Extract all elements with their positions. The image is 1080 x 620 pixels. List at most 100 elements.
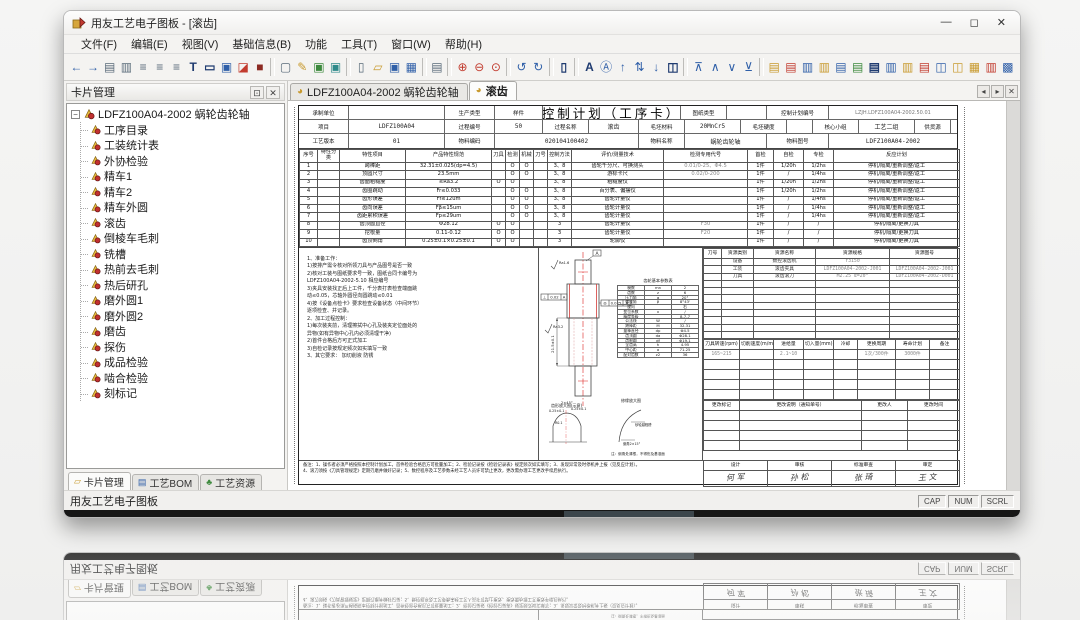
cut-row-icon[interactable]: ▤ [916,58,933,76]
clipboard-icon[interactable]: ▦ [966,58,983,76]
menu-item[interactable]: 视图(V) [175,36,226,52]
paste-row-icon[interactable]: ◫ [949,58,966,76]
image-frame-icon[interactable]: ▣ [218,58,235,76]
pencil-icon[interactable]: ✎ [294,58,311,76]
copy-row-icon[interactable]: ◫ [933,58,950,76]
zoom-fit-icon[interactable]: ⊙ [488,58,505,76]
tree-item[interactable]: 外协检验 [81,153,284,169]
align-bottom-icon[interactable]: ≡ [168,58,185,76]
select-region-icon[interactable]: ▥ [118,58,135,76]
last-row-icon[interactable]: ⊻ [740,58,757,76]
redo-icon[interactable]: ↻ [530,58,547,76]
print-icon[interactable]: ▤ [429,58,446,76]
tab-card-management[interactable]: ▱ 卡片管理 [68,472,131,490]
tab-scroll-left-icon[interactable]: ◂ [977,85,990,98]
menu-item[interactable]: 帮助(H) [438,36,489,52]
font-icon[interactable]: A [581,58,598,76]
new-card-icon[interactable]: ▥ [899,58,916,76]
preview-icon[interactable]: ▯ [556,58,573,76]
tab-part-card[interactable]: ◕ LDFZ100A04-2002 蜗轮齿轮轴 [290,83,468,100]
find-card-icon[interactable]: ▤ [766,58,783,76]
circle-text-icon[interactable]: Ⓐ [598,58,615,76]
tree-item[interactable]: 滚齿 [81,215,284,231]
menu-item[interactable]: 基础信息(B) [225,36,298,52]
tree-item[interactable]: 工装统计表 [81,138,284,154]
marquee-icon[interactable]: ▢ [277,58,294,76]
align-top-icon[interactable]: ≡ [135,58,152,76]
prev-row-icon[interactable]: ∧ [707,58,724,76]
next-row-icon[interactable]: ∨ [724,58,741,76]
open-file-icon[interactable]: ▱ [370,58,387,76]
delete-card-icon[interactable]: ▤ [783,58,800,76]
tree-collapse-icon[interactable]: − [71,110,80,119]
tab-close-icon[interactable]: ✕ [1005,85,1018,98]
move-up-icon[interactable]: ↑ [615,58,632,76]
delete-row-icon[interactable]: ▥ [983,58,1000,76]
tree-swap-icon[interactable]: ⇅ [631,58,648,76]
restore-button[interactable]: ◻ [970,16,979,29]
save-file-icon[interactable]: ▣ [386,58,403,76]
card-footnote: 备注：1、操作者必须严格按照本控制计划加工，首件检验合格后方可批量加工；2、检验… [299,583,703,610]
tree-item[interactable]: 铣槽 [81,246,284,262]
append-row-icon[interactable]: ▤ [866,58,883,76]
tree-root[interactable]: − LDFZ100A04-2002 蜗轮齿轮轴 [71,106,284,122]
tree-item[interactable]: 磨外圆1 [81,293,284,309]
tree-item[interactable]: 磨外圆2 [81,308,284,324]
forward-icon[interactable]: → [85,58,102,76]
card-right-column: 刀号资源类别 资源名称资源规格 资源图号 设备 [703,248,959,487]
separator [574,58,579,76]
back-icon[interactable]: ← [68,58,85,76]
undo-icon[interactable]: ↺ [513,58,530,76]
panel-close-icon[interactable]: ✕ [266,86,280,99]
tree-item[interactable]: 探伤 [81,339,284,355]
tree-item[interactable]: 倒棱车毛刺 [81,231,284,247]
tree-item[interactable]: 啮合检验 [81,370,284,386]
tab-process-resource[interactable]: ♣ 工艺资源 [200,474,262,490]
card-node-icon [90,388,101,399]
move-down-icon[interactable]: ↓ [648,58,665,76]
tree-item[interactable]: 精车2 [81,184,284,200]
tree-item[interactable]: 热前去毛刺 [81,262,284,278]
drawing-canvas[interactable]: 承制单位 生产类型 样件 控制计划（工序卡） 图纸类型 控制计划编号 LZJH.… [288,101,1020,490]
menu-item[interactable]: 功能 [298,36,334,52]
tab-process-bom[interactable]: ▤ 工艺BOM [132,474,199,490]
insert-row-before-icon[interactable]: ▤ [833,58,850,76]
tree-item[interactable]: 精车外圆 [81,200,284,216]
callout-icon[interactable]: ◫ [665,58,682,76]
zoom-out-icon[interactable]: ⊖ [471,58,488,76]
copy-card-icon[interactable]: ▥ [883,58,900,76]
export-card-icon[interactable]: ▥ [799,58,816,76]
tab-gear-hobbing[interactable]: ◕ 滚齿 [469,81,517,100]
text-tool-icon[interactable]: T [185,58,202,76]
panel-pin-icon[interactable]: ⊡ [250,86,264,99]
props-icon[interactable]: ▩ [1000,58,1017,76]
menu-item[interactable]: 窗口(W) [384,36,438,52]
menu-item[interactable]: 文件(F) [74,36,124,52]
import-card-icon[interactable]: ▥ [816,58,833,76]
tree-item[interactable]: 精车1 [81,169,284,185]
close-button[interactable]: ✕ [997,16,1006,29]
first-row-icon[interactable]: ⊼ [690,58,707,76]
minimize-button[interactable]: — [941,16,952,29]
tree-item[interactable]: 成品检验 [81,355,284,371]
menu-item[interactable]: 编辑(E) [124,36,175,52]
zoom-in-icon[interactable]: ⊕ [454,58,471,76]
tab-scroll-right-icon[interactable]: ▸ [991,85,1004,98]
eraser-icon[interactable]: ◪ [235,58,252,76]
export-image-icon[interactable]: ▣ [327,58,344,76]
select-cell-icon[interactable]: ▤ [101,58,118,76]
card-node-icon [90,248,101,259]
tree-item[interactable]: 热后研孔 [81,277,284,293]
card-node-icon [90,341,101,352]
new-file-icon[interactable]: ▯ [353,58,370,76]
save-all-icon[interactable]: ▦ [403,58,420,76]
rect-tool-icon[interactable]: ▭ [202,58,219,76]
insert-row-after-icon[interactable]: ▤ [849,58,866,76]
fill-color-icon[interactable]: ■ [252,58,269,76]
tree-item[interactable]: 磨齿 [81,324,284,340]
menu-item[interactable]: 工具(T) [334,36,384,52]
align-middle-icon[interactable]: ≡ [151,58,168,76]
tree-item[interactable]: 刻标记 [81,386,284,402]
tree-item[interactable]: 工序目录 [81,122,284,138]
insert-image-icon[interactable]: ▣ [311,58,328,76]
